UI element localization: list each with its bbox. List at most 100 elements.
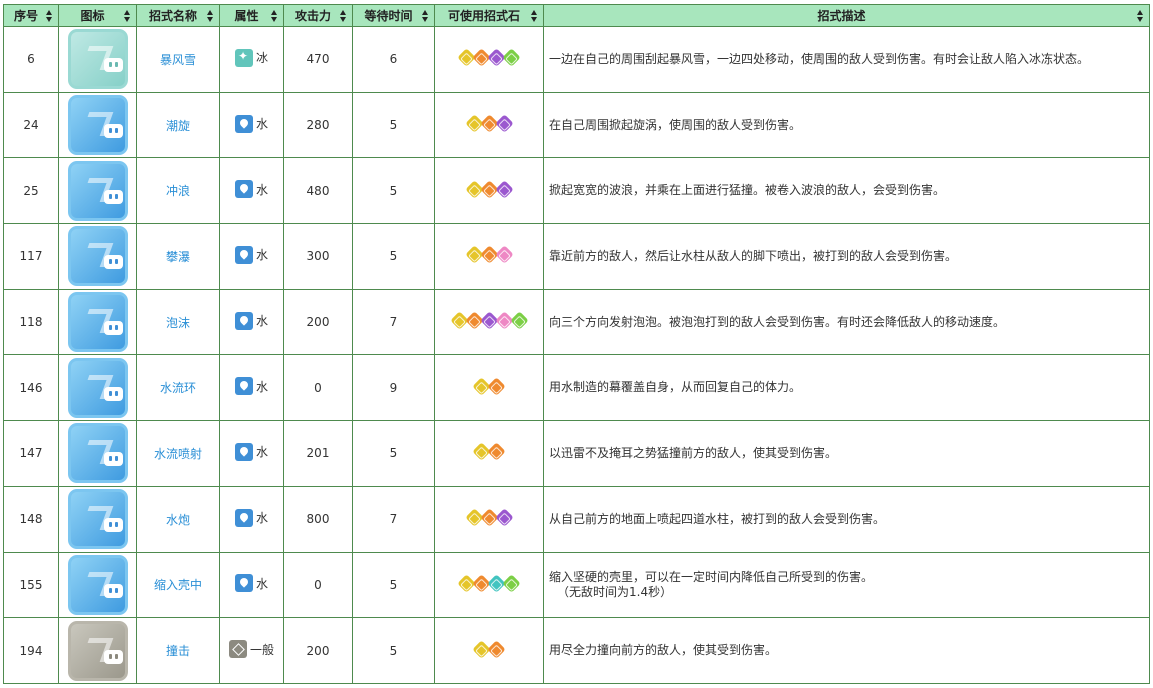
move-attribute: 水 <box>219 288 284 356</box>
attribute-label: 水 <box>255 576 268 591</box>
move-name-link[interactable]: 攀瀑 <box>136 223 220 290</box>
attribute-label: 一般 <box>249 642 274 657</box>
move-id: 147 <box>3 420 59 487</box>
water-type-icon <box>234 377 253 396</box>
move-name-link[interactable]: 水炮 <box>136 485 220 553</box>
move-stone-icon <box>494 114 514 133</box>
whirlpool-icon <box>67 95 128 156</box>
description-text: 向三个方向发射泡泡。被泡泡打到的敌人会受到伤害。有时还会降低敌人的移动速度。 <box>549 314 1006 329</box>
water-type-icon <box>234 245 253 264</box>
move-stone-icon <box>487 442 506 462</box>
move-id: 24 <box>3 91 59 159</box>
attribute-label: 冰 <box>255 51 268 66</box>
moves-table: 序号 图标 招式名称 属性 攻击力 等待时间 可使用招式石 招式描述 6 暴风雪… <box>3 4 1150 684</box>
move-id: 148 <box>3 485 59 553</box>
header-id[interactable]: 序号 <box>3 4 59 27</box>
move-stones <box>434 26 544 93</box>
move-wait-time: 7 <box>352 288 435 356</box>
table-row: 6 暴风雪 冰 470 6 一边在自己的周围刮起暴风雪，一边四处移动，使周围的敌… <box>3 26 1150 93</box>
move-stones <box>434 157 544 225</box>
move-wait-time: 5 <box>352 420 435 487</box>
sort-icon[interactable] <box>422 10 429 22</box>
attribute-label: 水 <box>255 117 268 132</box>
move-name-link[interactable]: 撞击 <box>136 617 220 684</box>
move-name-link[interactable]: 水流喷射 <box>136 420 220 487</box>
move-wait-time: 5 <box>352 157 435 225</box>
table-row: 194 撞击 一般 200 5 用尽全力撞向前方的敌人，使其受到伤害。 <box>3 617 1150 684</box>
move-attribute: 水 <box>219 157 284 225</box>
sort-icon[interactable] <box>207 10 214 22</box>
move-stone-icon <box>494 508 514 527</box>
ice-wave-icon <box>67 29 128 90</box>
table-row: 148 水炮 水 800 7 从自己前方的地面上喷起四道水柱，被打到的敌人会受到… <box>3 485 1150 553</box>
sort-icon[interactable] <box>531 10 538 22</box>
move-attribute: 水 <box>219 420 284 487</box>
move-wait-time: 5 <box>352 223 435 290</box>
table-row: 146 水流环 水 0 9 用水制造的幕覆盖自身，从而回复自己的体力。 <box>3 354 1150 422</box>
attribute-label: 水 <box>255 445 268 460</box>
header-description[interactable]: 招式描述 <box>543 4 1150 27</box>
move-name-link[interactable]: 泡沫 <box>136 288 220 356</box>
move-attack: 201 <box>283 420 353 487</box>
move-attribute: 水 <box>219 91 284 159</box>
water-type-icon <box>234 180 253 199</box>
move-stones <box>434 420 544 487</box>
move-description: 用水制造的幕覆盖自身，从而回复自己的体力。 <box>543 354 1150 422</box>
move-attack: 300 <box>283 223 353 290</box>
move-attack: 0 <box>283 551 353 619</box>
sort-icon[interactable] <box>1137 10 1144 22</box>
table-row: 155 缩入壳中 水 0 5 缩入坚硬的壳里，可以在一定时间内降低自己所受到的伤… <box>3 551 1150 619</box>
move-attack: 280 <box>283 91 353 159</box>
table-row: 147 水流喷射 水 201 5 以迅雷不及掩耳之势猛撞前方的敌人，使其受到伤害… <box>3 420 1150 487</box>
header-move-name[interactable]: 招式名称 <box>136 4 220 27</box>
face-decoration <box>103 189 123 204</box>
header-wait-time[interactable]: 等待时间 <box>352 4 435 27</box>
move-attack: 0 <box>283 354 353 422</box>
move-name-link[interactable]: 水流环 <box>136 354 220 422</box>
header-attribute[interactable]: 属性 <box>219 4 284 27</box>
waterfall-icon <box>67 226 128 287</box>
description-text: 从自己前方的地面上喷起四道水柱，被打到的敌人会受到伤害。 <box>549 511 886 526</box>
header-row: 序号 图标 招式名称 属性 攻击力 等待时间 可使用招式石 招式描述 <box>3 4 1150 27</box>
water-type-icon <box>234 508 253 527</box>
move-attack: 470 <box>283 26 353 93</box>
move-wait-time: 5 <box>352 551 435 619</box>
move-wait-time: 9 <box>352 354 435 422</box>
move-wait-time: 6 <box>352 26 435 93</box>
move-name-link[interactable]: 潮旋 <box>136 91 220 159</box>
sort-icon[interactable] <box>124 10 131 22</box>
header-attack[interactable]: 攻击力 <box>283 4 353 27</box>
withdraw-icon <box>67 554 128 615</box>
move-icon-cell <box>58 288 137 356</box>
move-icon-cell <box>58 354 137 422</box>
move-name-link[interactable]: 冲浪 <box>136 157 220 225</box>
move-description: 掀起宽宽的波浪，并乘在上面进行猛撞。被卷入波浪的敌人，会受到伤害。 <box>543 157 1150 225</box>
move-attribute: 水 <box>219 551 284 619</box>
move-description: 缩入坚硬的壳里，可以在一定时间内降低自己所受到的伤害。 （无敌时间为1.4秒） <box>543 551 1150 619</box>
face-decoration <box>103 124 123 139</box>
attribute-label: 水 <box>255 314 268 329</box>
move-stones <box>434 617 544 684</box>
move-name-link[interactable]: 暴风雪 <box>136 26 220 93</box>
header-stones[interactable]: 可使用招式石 <box>434 4 544 27</box>
move-stones <box>434 551 544 619</box>
move-stone-icon <box>487 377 506 396</box>
header-icon[interactable]: 图标 <box>58 4 137 27</box>
attribute-label: 水 <box>255 248 268 263</box>
move-description: 靠近前方的敌人，然后让水柱从敌人的脚下喷出，被打到的敌人会受到伤害。 <box>543 223 1150 290</box>
move-stone-icon <box>494 245 514 265</box>
ice-type-icon <box>234 48 253 67</box>
move-id: 118 <box>3 288 59 356</box>
move-icon-cell <box>58 91 137 159</box>
move-name-link[interactable]: 缩入壳中 <box>136 551 220 619</box>
face-decoration <box>103 452 123 467</box>
move-stone-icon <box>509 311 529 330</box>
move-icon-cell <box>58 223 137 290</box>
table-row: 24 潮旋 水 280 5 在自己周围掀起旋涡，使周围的敌人受到伤害。 <box>3 91 1150 159</box>
move-id: 6 <box>3 26 59 93</box>
sort-icon[interactable] <box>46 10 53 22</box>
move-id: 155 <box>3 551 59 619</box>
sort-icon[interactable] <box>340 10 347 22</box>
description-note: （无敌时间为1.4秒） <box>557 584 673 599</box>
sort-icon[interactable] <box>271 10 278 22</box>
